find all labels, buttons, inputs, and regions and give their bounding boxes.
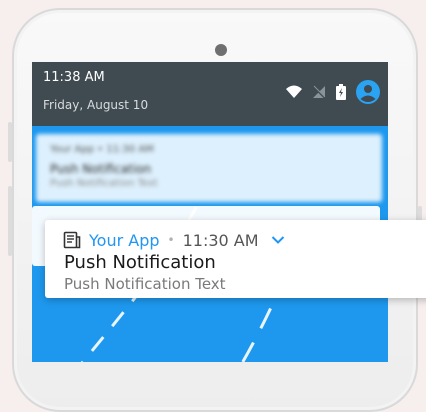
phone-screen: 11:38 AM Friday, August 10 Your App • 11… [32,62,388,362]
no-signal-icon [312,85,326,99]
battery-icon [336,84,346,100]
notification-title: Push Notification [64,252,216,273]
notification-time: 11:30 AM [182,230,259,250]
status-bar: 11:38 AM Friday, August 10 [32,62,388,126]
account-icon[interactable] [356,80,380,104]
wifi-icon [286,85,302,98]
notification-text: Push Notification Text [64,275,226,293]
blurred-notification-card[interactable]: Your App • 11:30 AM Push Notification Pu… [36,134,382,202]
notification-separator: • [167,233,175,247]
blurred-notification-text: Push Notification Text [50,178,158,189]
blurred-notification-header: Your App • 11:30 AM [50,144,154,155]
status-time: 11:38 AM [43,70,105,85]
blurred-notification-title: Push Notification [50,162,152,176]
notification-header: Your App • 11:30 AM [63,230,285,250]
chevron-down-icon[interactable] [271,235,285,245]
notification-app-name: Your App [89,230,160,250]
status-date: Friday, August 10 [43,98,149,112]
push-notification-card[interactable]: Your App • 11:30 AM Push Notification Pu… [45,220,426,298]
power-button [8,186,12,256]
front-camera [215,44,227,56]
notification-app-icon [63,231,81,249]
volume-button [8,122,12,162]
status-icons [286,80,380,104]
